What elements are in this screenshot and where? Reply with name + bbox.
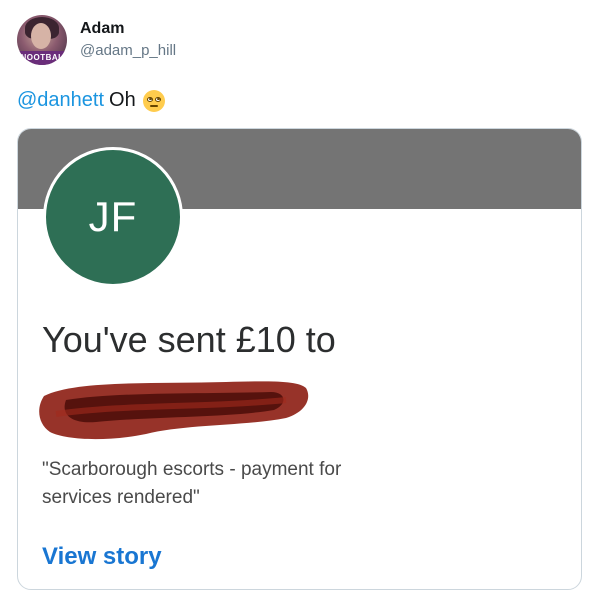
emoji-right-eye: [154, 96, 161, 102]
payment-heading: You've sent £10 to: [42, 319, 336, 360]
redaction-scribble: [39, 381, 309, 440]
mention-link[interactable]: @danhett: [17, 89, 104, 112]
author-name[interactable]: Adam: [80, 20, 124, 38]
payment-note: "Scarborough escorts - payment for servi…: [42, 459, 342, 508]
recipient-avatar: JF: [43, 147, 183, 287]
emoji-mouth: [149, 104, 158, 107]
emoji-left-eye: [146, 96, 153, 102]
view-story-link[interactable]: View story: [42, 543, 162, 571]
avatar-face: [31, 23, 51, 49]
author-avatar[interactable]: NOOTBAL: [17, 15, 67, 65]
avatar-badge: NOOTBAL: [17, 51, 67, 65]
rolling-eyes-emoji-icon: [142, 89, 165, 112]
payment-card[interactable]: JF You've sent £10 to "Scarborough escor…: [17, 128, 582, 590]
tweet-body: Oh: [109, 89, 136, 111]
tweet-text: @danhett Oh: [17, 89, 165, 112]
author-handle[interactable]: @adam_p_hill: [80, 42, 176, 59]
